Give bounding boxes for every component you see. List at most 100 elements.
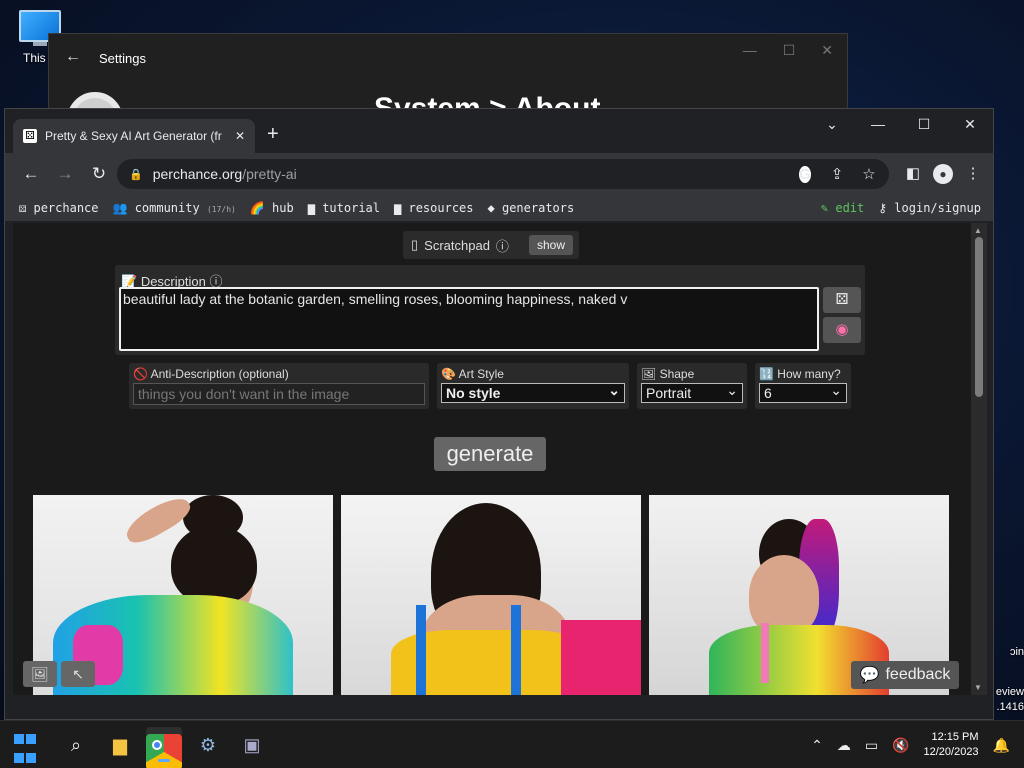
arrow-up-left-icon: ↖ xyxy=(72,666,84,682)
tab-strip: ⚄ Pretty & Sexy AI Art Generator (fr ✕ +… xyxy=(5,109,993,153)
minimize-button[interactable]: — xyxy=(855,109,901,139)
image-gallery-button[interactable]: 🖼 xyxy=(23,661,57,687)
bookmark-community[interactable]: 👥 community (17/h) xyxy=(113,201,236,215)
how-many-select[interactable]: 6 xyxy=(759,381,847,403)
key-icon: ⚷ xyxy=(878,201,888,215)
search-icon: ⌕ xyxy=(70,735,82,755)
how-many-label: How many? xyxy=(777,367,841,381)
scratchpad-show-button[interactable]: show xyxy=(528,235,573,255)
bookmark-hub[interactable]: 🌈 hub xyxy=(250,201,294,215)
tab-pretty-ai[interactable]: ⚄ Pretty & Sexy AI Art Generator (fr ✕ xyxy=(13,119,255,153)
windows-logo-icon xyxy=(14,734,50,768)
expand-button[interactable]: ↖ xyxy=(61,661,95,687)
forward-button[interactable]: → xyxy=(51,160,79,188)
dice-icon: ⚄ xyxy=(835,291,849,308)
chrome-taskbar-button[interactable] xyxy=(146,727,182,768)
settings-minimize-button[interactable]: — xyxy=(743,42,757,59)
page-scrollbar[interactable]: ▲ ▼ xyxy=(971,223,987,695)
scrollbar-thumb[interactable] xyxy=(975,237,983,397)
bookmark-star-icon[interactable]: ☆ xyxy=(859,165,879,183)
app-taskbar-button[interactable]: ▣ xyxy=(234,727,270,763)
settings-taskbar-button[interactable]: ⚙ xyxy=(190,727,226,763)
art-style-select[interactable]: No style xyxy=(441,381,625,403)
anti-description-input[interactable]: things you don't want in the image xyxy=(133,383,425,405)
settings-close-button[interactable]: ✕ xyxy=(821,42,833,59)
reload-button[interactable]: ↻ xyxy=(85,160,113,188)
scroll-down-arrow-icon[interactable]: ▼ xyxy=(974,683,982,692)
numbers-icon: 🔢 xyxy=(759,367,774,381)
scratchpad-label: Scratchpad xyxy=(424,237,490,253)
scratchpad-bar: ▯ Scratchpad ⓘ show xyxy=(403,231,579,259)
browser-window[interactable]: ⚄ Pretty & Sexy AI Art Generator (fr ✕ +… xyxy=(4,108,994,720)
start-button[interactable] xyxy=(14,727,50,763)
taskbar-clock[interactable]: 12:15 PM 12/20/2023 xyxy=(924,730,979,760)
how-many-panel: 🔢 How many? 6 xyxy=(755,363,851,409)
book-icon: ▆ xyxy=(307,201,315,215)
settings-maximize-button[interactable]: ☐ xyxy=(783,42,796,59)
chrome-icon xyxy=(146,734,182,768)
search-button[interactable]: ⌕ xyxy=(58,727,94,763)
share-icon[interactable]: ⇪ xyxy=(827,165,847,183)
feedback-label: feedback xyxy=(885,666,951,683)
clock-time: 12:15 PM xyxy=(931,731,979,743)
pencil-icon: ✎ xyxy=(820,201,829,215)
settings-title: Settings xyxy=(99,51,146,66)
lock-icon[interactable]: 🔒 xyxy=(129,168,143,181)
page-content: ▯ Scratchpad ⓘ show 📝 Description ⓘ beau… xyxy=(13,223,975,695)
bookmark-generators[interactable]: ◆ generators xyxy=(488,201,575,215)
tab-search-button[interactable]: ⌄ xyxy=(809,109,855,139)
close-button[interactable]: ✕ xyxy=(947,109,993,139)
bookmark-resources[interactable]: ▆ resources xyxy=(394,201,474,215)
clock-date: 12/20/2023 xyxy=(923,746,979,758)
gear-icon: ⚙ xyxy=(199,735,217,755)
tab-close-button[interactable]: ✕ xyxy=(235,129,245,143)
shape-panel: 🖼 Shape Portrait xyxy=(637,363,747,409)
chat-bubble-icon: 💬 xyxy=(859,667,880,684)
new-tab-button[interactable]: + xyxy=(267,123,279,146)
bookmark-tutorial[interactable]: ▆ tutorial xyxy=(308,201,380,215)
random-dice-button[interactable]: ⚄ xyxy=(823,287,861,313)
profile-icon[interactable]: ● xyxy=(933,164,953,184)
desktop-watermark-line-2: eview xyxy=(995,686,1024,698)
prohibited-icon: 🚫 xyxy=(133,367,148,381)
description-panel: 📝 Description ⓘ beautiful lady at the bo… xyxy=(115,265,865,355)
menu-kebab-icon[interactable]: ⋮ xyxy=(959,159,987,189)
generated-image-2[interactable] xyxy=(341,495,641,695)
address-bar[interactable]: 🔒 perchance.org/pretty-ai G ⇪ ☆ xyxy=(117,159,889,189)
maximize-button[interactable]: ☐ xyxy=(901,109,947,139)
info-icon[interactable]: ⓘ xyxy=(496,236,509,255)
back-arrow-icon[interactable]: ← xyxy=(65,48,81,66)
description-textarea[interactable]: beautiful lady at the botanic garden, sm… xyxy=(119,287,819,351)
art-style-panel: 🎨 Art Style No style xyxy=(437,363,629,409)
bookmark-perchance[interactable]: ⚄ perchance xyxy=(19,201,99,215)
google-translate-icon[interactable]: G xyxy=(795,165,815,183)
edit-link[interactable]: ✎ edit xyxy=(821,201,864,215)
login-signup-link[interactable]: ⚷ login/signup xyxy=(878,201,981,215)
network-icon[interactable]: ▭ xyxy=(865,737,878,754)
feedback-button[interactable]: 💬 feedback xyxy=(851,661,959,689)
chevron-up-icon[interactable]: ⌃ xyxy=(811,737,823,754)
generate-button[interactable]: generate xyxy=(434,437,546,471)
people-icon: 👥 xyxy=(112,201,128,215)
side-panel-icon[interactable]: ◧ xyxy=(899,159,927,189)
url-text: perchance.org/pretty-ai xyxy=(152,166,297,182)
shape-label: Shape xyxy=(659,367,695,381)
bookmarks-bar: ⚄ perchance 👥 community (17/h) 🌈 hub ▆ t… xyxy=(5,195,993,221)
notification-bell-icon[interactable]: 🔔 xyxy=(993,737,1010,754)
shape-select[interactable]: Portrait xyxy=(641,381,743,403)
taskbar: ⌕ ▆ ⚙ ▣ ⌃ ☁ ▭ 🔇 12:15 PM 12/20/2023 🔔 xyxy=(0,720,1024,768)
notepad-icon: ▯ xyxy=(411,237,419,252)
image-icon: 🖼 xyxy=(641,367,657,381)
scroll-up-arrow-icon[interactable]: ▲ xyxy=(974,226,982,235)
art-style-label: Art Style xyxy=(458,367,504,381)
rainbow-icon: 🌈 xyxy=(249,201,265,215)
volume-muted-icon[interactable]: 🔇 xyxy=(892,737,909,754)
desktop-watermark-line-3: .1416 xyxy=(996,701,1024,713)
back-button[interactable]: ← xyxy=(17,160,45,188)
tab-title: Pretty & Sexy AI Art Generator (fr xyxy=(45,129,222,143)
folder-icon: ▆ xyxy=(113,735,127,755)
file-explorer-button[interactable]: ▆ xyxy=(102,727,138,763)
brain-icon: ◉ xyxy=(835,321,849,338)
brain-button[interactable]: ◉ xyxy=(823,317,861,343)
cloud-offline-icon[interactable]: ☁ xyxy=(837,737,851,754)
